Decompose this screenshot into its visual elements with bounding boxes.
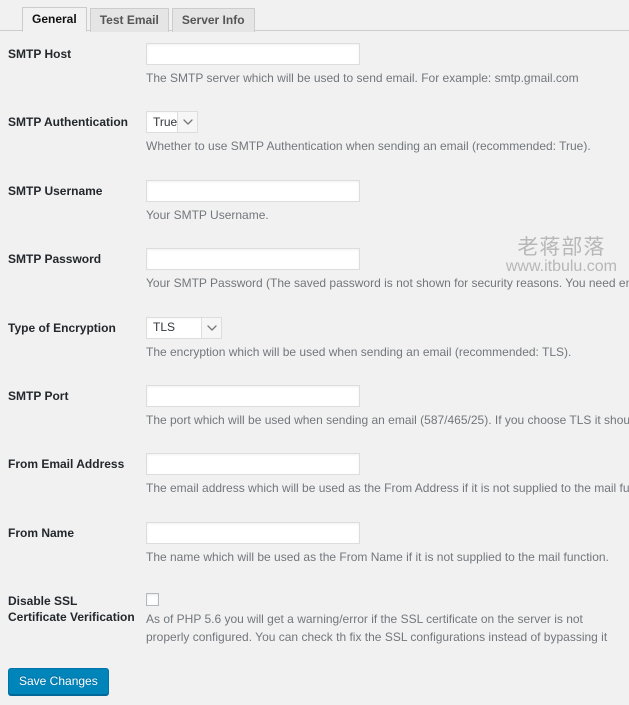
smtp-host-description: The SMTP server which will be used to se…: [146, 71, 579, 85]
chevron-down-icon: [177, 112, 197, 133]
field-row-smtp-username: SMTP Username Your SMTP Username.: [0, 168, 629, 236]
field-cell-smtp-username: Your SMTP Username.: [146, 168, 629, 236]
from-email-description: The email address which will be used as …: [146, 481, 629, 496]
field-row-smtp-host: SMTP Host The SMTP server which will be …: [0, 31, 629, 99]
field-row-smtp-password: SMTP Password Your SMTP Password (The sa…: [0, 236, 629, 304]
from-email-input[interactable]: [146, 453, 360, 476]
tab-general[interactable]: General: [22, 7, 87, 33]
label-smtp-host: SMTP Host: [8, 47, 72, 61]
from-name-description: The name which will be used as the From …: [146, 549, 609, 564]
tab-test-email[interactable]: Test Email: [89, 8, 169, 33]
smtp-username-input[interactable]: [146, 179, 360, 202]
field-cell-disable-ssl-verification: As of PHP 5.6 you will get a warning/err…: [146, 578, 629, 658]
submit-area: Save Changes: [0, 658, 629, 705]
smtp-port-input[interactable]: [146, 384, 360, 407]
label-from-email: From Email Address: [8, 457, 125, 472]
field-row-smtp-port: SMTP Port The port which will be used wh…: [0, 373, 629, 441]
label-encryption: Type of Encryption: [8, 320, 116, 335]
chevron-down-icon: [201, 317, 221, 338]
field-cell-encryption: TLS The encryption which will be used wh…: [146, 305, 629, 373]
field-cell-smtp-host: The SMTP server which will be used to se…: [146, 31, 629, 99]
smtp-authentication-description: Whether to use SMTP Authentication when …: [146, 139, 591, 154]
field-cell-from-name: The name which will be used as the From …: [146, 510, 629, 578]
field-row-encryption: Type of Encryption TLS The encryption wh…: [0, 305, 629, 373]
encryption-description: The encryption which will be used when s…: [146, 344, 572, 359]
field-cell-smtp-password: Your SMTP Password (The saved password i…: [146, 236, 629, 304]
label-disable-ssl-verification: Disable SSL Certificate Verification: [8, 594, 135, 624]
general-settings-form: SMTP Host The SMTP server which will be …: [0, 31, 629, 658]
smtp-authentication-selected-value: True: [153, 114, 178, 129]
smtp-username-description: Your SMTP Username.: [146, 207, 269, 222]
label-from-name: From Name: [8, 525, 75, 540]
smtp-authentication-select[interactable]: True: [146, 111, 198, 134]
field-row-disable-ssl-verification: Disable SSL Certificate Verification As …: [0, 578, 629, 658]
disable-ssl-verification-checkbox[interactable]: [146, 593, 159, 607]
encryption-select[interactable]: TLS: [146, 316, 222, 339]
disable-ssl-verification-description: As of PHP 5.6 you will get a warning/err…: [146, 612, 608, 644]
settings-tab-bar: General Test Email Server Info: [0, 0, 629, 33]
field-cell-smtp-port: The port which will be used when sending…: [146, 373, 629, 441]
smtp-port-description: The port which will be used when sending…: [146, 412, 629, 427]
save-changes-button[interactable]: Save Changes: [8, 667, 109, 695]
label-smtp-username: SMTP Username: [8, 183, 103, 198]
from-name-input[interactable]: [146, 521, 360, 544]
smtp-password-description: Your SMTP Password (The saved password i…: [146, 276, 629, 291]
field-row-from-email: From Email Address The email address whi…: [0, 441, 629, 509]
settings-table: SMTP Host The SMTP server which will be …: [0, 31, 629, 658]
tab-server-info[interactable]: Server Info: [171, 8, 255, 33]
smtp-host-input[interactable]: [146, 43, 360, 65]
field-cell-smtp-authentication: True Whether to use SMTP Authentication …: [146, 99, 629, 167]
field-row-smtp-authentication: SMTP Authentication True Whether to use …: [0, 99, 629, 167]
encryption-selected-value: TLS: [153, 319, 176, 334]
label-smtp-authentication: SMTP Authentication: [8, 115, 128, 130]
field-cell-from-email: The email address which will be used as …: [146, 441, 629, 509]
label-smtp-port: SMTP Port: [8, 388, 69, 403]
field-row-from-name: From Name The name which will be used as…: [0, 510, 629, 578]
smtp-password-input[interactable]: [146, 248, 360, 271]
label-smtp-password: SMTP Password: [8, 252, 102, 267]
